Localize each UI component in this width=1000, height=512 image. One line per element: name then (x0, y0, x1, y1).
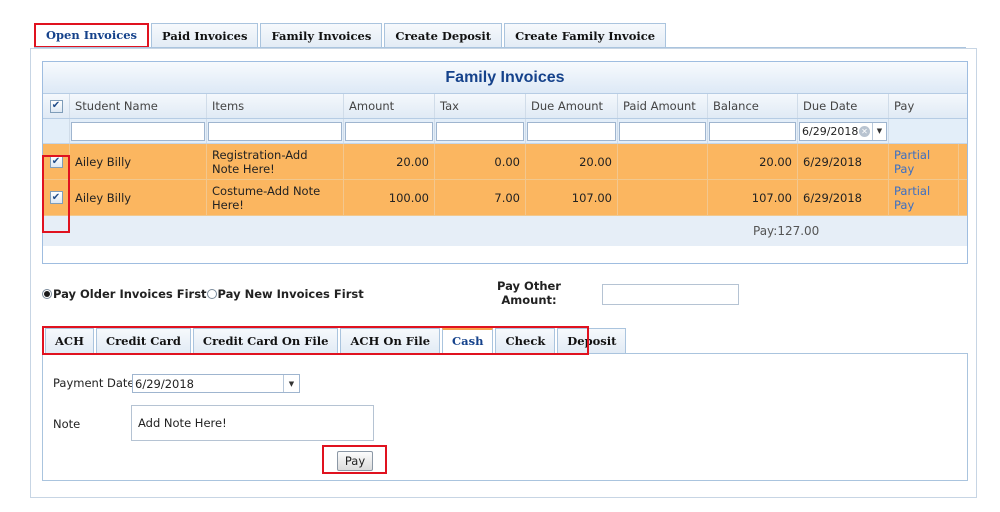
pay-total: Pay:127.00 (753, 224, 820, 238)
grid-title: Family Invoices (43, 62, 967, 94)
row-select-cell: ✔ (43, 180, 70, 215)
header-paid-amount[interactable]: Paid Amount (618, 94, 708, 118)
filter-balance-input[interactable] (709, 121, 796, 141)
pay-other-amount-input[interactable] (602, 284, 739, 305)
grid-footer-row: Pay:127.00 (43, 216, 967, 246)
tab-family-invoices[interactable]: Family Invoices (260, 23, 383, 48)
filter-items-cell (207, 119, 344, 143)
filter-amount-input[interactable] (345, 121, 433, 141)
student-name-cell: Ailey Billy (70, 144, 207, 179)
tab-create-deposit[interactable]: Create Deposit (384, 23, 503, 48)
payment-date-label: Payment Date: (53, 376, 139, 390)
filter-due-date-picker[interactable]: 6/29/2018 ✕ ▼ (799, 121, 887, 141)
payment-date-value: 6/29/2018 (135, 376, 194, 391)
header-amount[interactable]: Amount (344, 94, 435, 118)
amount-cell: 20.00 (344, 144, 435, 179)
payment-date-select[interactable]: 6/29/2018 ▼ (132, 374, 300, 393)
filter-due-amount-input[interactable] (527, 121, 616, 141)
tab-open-invoices[interactable]: Open Invoices (34, 23, 149, 48)
filter-due-date-value: 6/29/2018 (802, 124, 859, 138)
family-invoices-grid: Family Invoices ✔ Student Name Items Amo… (42, 61, 968, 264)
tax-cell: 7.00 (435, 180, 526, 215)
note-field[interactable]: Add Note Here! (131, 405, 374, 441)
filter-paid-amount-cell (618, 119, 708, 143)
row-checkbox[interactable]: ✔ (49, 155, 63, 168)
header-pay[interactable]: Pay (889, 94, 959, 118)
filter-select-spacer (43, 119, 70, 143)
filter-pay-spacer (889, 119, 959, 143)
filter-balance-cell (708, 119, 798, 143)
pay-newer-first-label: Pay New Invoices First (217, 287, 364, 301)
filter-tax-input[interactable] (436, 121, 524, 141)
clear-icon[interactable]: ✕ (859, 125, 870, 137)
filter-amount-cell (344, 119, 435, 143)
chevron-down-icon[interactable]: ▼ (283, 375, 299, 392)
tab-ach[interactable]: ACH (45, 328, 94, 353)
tab-deposit[interactable]: Deposit (557, 328, 627, 353)
pay-older-first-label: Pay Older Invoices First (53, 287, 207, 301)
grid-filter-row: 6/29/2018 ✕ ▼ (43, 119, 967, 144)
balance-cell: 107.00 (708, 180, 798, 215)
tax-cell: 0.00 (435, 144, 526, 179)
table-row[interactable]: ✔ Ailey Billy Costume-Add Note Here! 100… (43, 180, 967, 216)
pay-button[interactable]: Pay (337, 451, 373, 471)
amount-cell: 100.00 (344, 180, 435, 215)
invoice-tabs: Open Invoices Paid Invoices Family Invoi… (34, 23, 668, 48)
header-items[interactable]: Items (207, 94, 344, 118)
partial-pay-link[interactable]: Partial Pay (889, 144, 959, 179)
header-balance[interactable]: Balance (708, 94, 798, 118)
paid-amount-cell (618, 144, 708, 179)
filter-tax-cell (435, 119, 526, 143)
pay-other-amount-label: Pay Other Amount: (497, 279, 561, 307)
tab-create-family-invoice[interactable]: Create Family Invoice (504, 23, 667, 48)
balance-cell: 20.00 (708, 144, 798, 179)
table-row[interactable]: ✔ Ailey Billy Registration-Add Note Here… (43, 144, 967, 180)
tab-cash[interactable]: Cash (442, 328, 494, 353)
due-date-cell: 6/29/2018 (798, 144, 889, 179)
chevron-down-icon[interactable]: ▼ (872, 122, 886, 140)
due-date-cell: 6/29/2018 (798, 180, 889, 215)
filter-items-input[interactable] (208, 121, 342, 141)
payment-method-tabs: ACH Credit Card Credit Card On File ACH … (42, 327, 628, 354)
items-cell: Registration-Add Note Here! (207, 144, 344, 179)
header-due-date[interactable]: Due Date (798, 94, 889, 118)
header-due-amount[interactable]: Due Amount (526, 94, 618, 118)
pay-newer-first-radio[interactable] (206, 289, 217, 299)
filter-paid-amount-input[interactable] (619, 121, 706, 141)
paid-amount-cell (618, 180, 708, 215)
note-label: Note (53, 417, 81, 431)
items-cell: Costume-Add Note Here! (207, 180, 344, 215)
filter-due-amount-cell (526, 119, 618, 143)
header-tax[interactable]: Tax (435, 94, 526, 118)
tab-credit-card[interactable]: Credit Card (95, 328, 191, 353)
tab-ach-on-file[interactable]: ACH On File (340, 328, 441, 353)
pay-order-options: Pay Older Invoices First Pay New Invoice… (42, 287, 364, 301)
header-student-name[interactable]: Student Name (70, 94, 207, 118)
select-all-checkbox[interactable]: ✔ (49, 99, 63, 113)
tab-paid-invoices[interactable]: Paid Invoices (151, 23, 259, 48)
row-select-cell: ✔ (43, 144, 70, 179)
row-checkbox[interactable]: ✔ (49, 191, 63, 204)
filter-student-name-cell (70, 119, 207, 143)
tab-credit-card-on-file[interactable]: Credit Card On File (192, 328, 339, 353)
filter-due-date-cell: 6/29/2018 ✕ ▼ (798, 119, 889, 143)
filter-student-name-input[interactable] (71, 121, 205, 141)
tab-check[interactable]: Check (495, 328, 556, 353)
student-name-cell: Ailey Billy (70, 180, 207, 215)
grid-header-row: ✔ Student Name Items Amount Tax Due Amou… (43, 94, 967, 119)
partial-pay-link[interactable]: Partial Pay (889, 180, 959, 215)
header-select-cell[interactable]: ✔ (43, 94, 70, 118)
due-amount-cell: 20.00 (526, 144, 618, 179)
due-amount-cell: 107.00 (526, 180, 618, 215)
pay-older-first-radio[interactable] (42, 289, 52, 299)
footer-spacer (43, 216, 748, 246)
